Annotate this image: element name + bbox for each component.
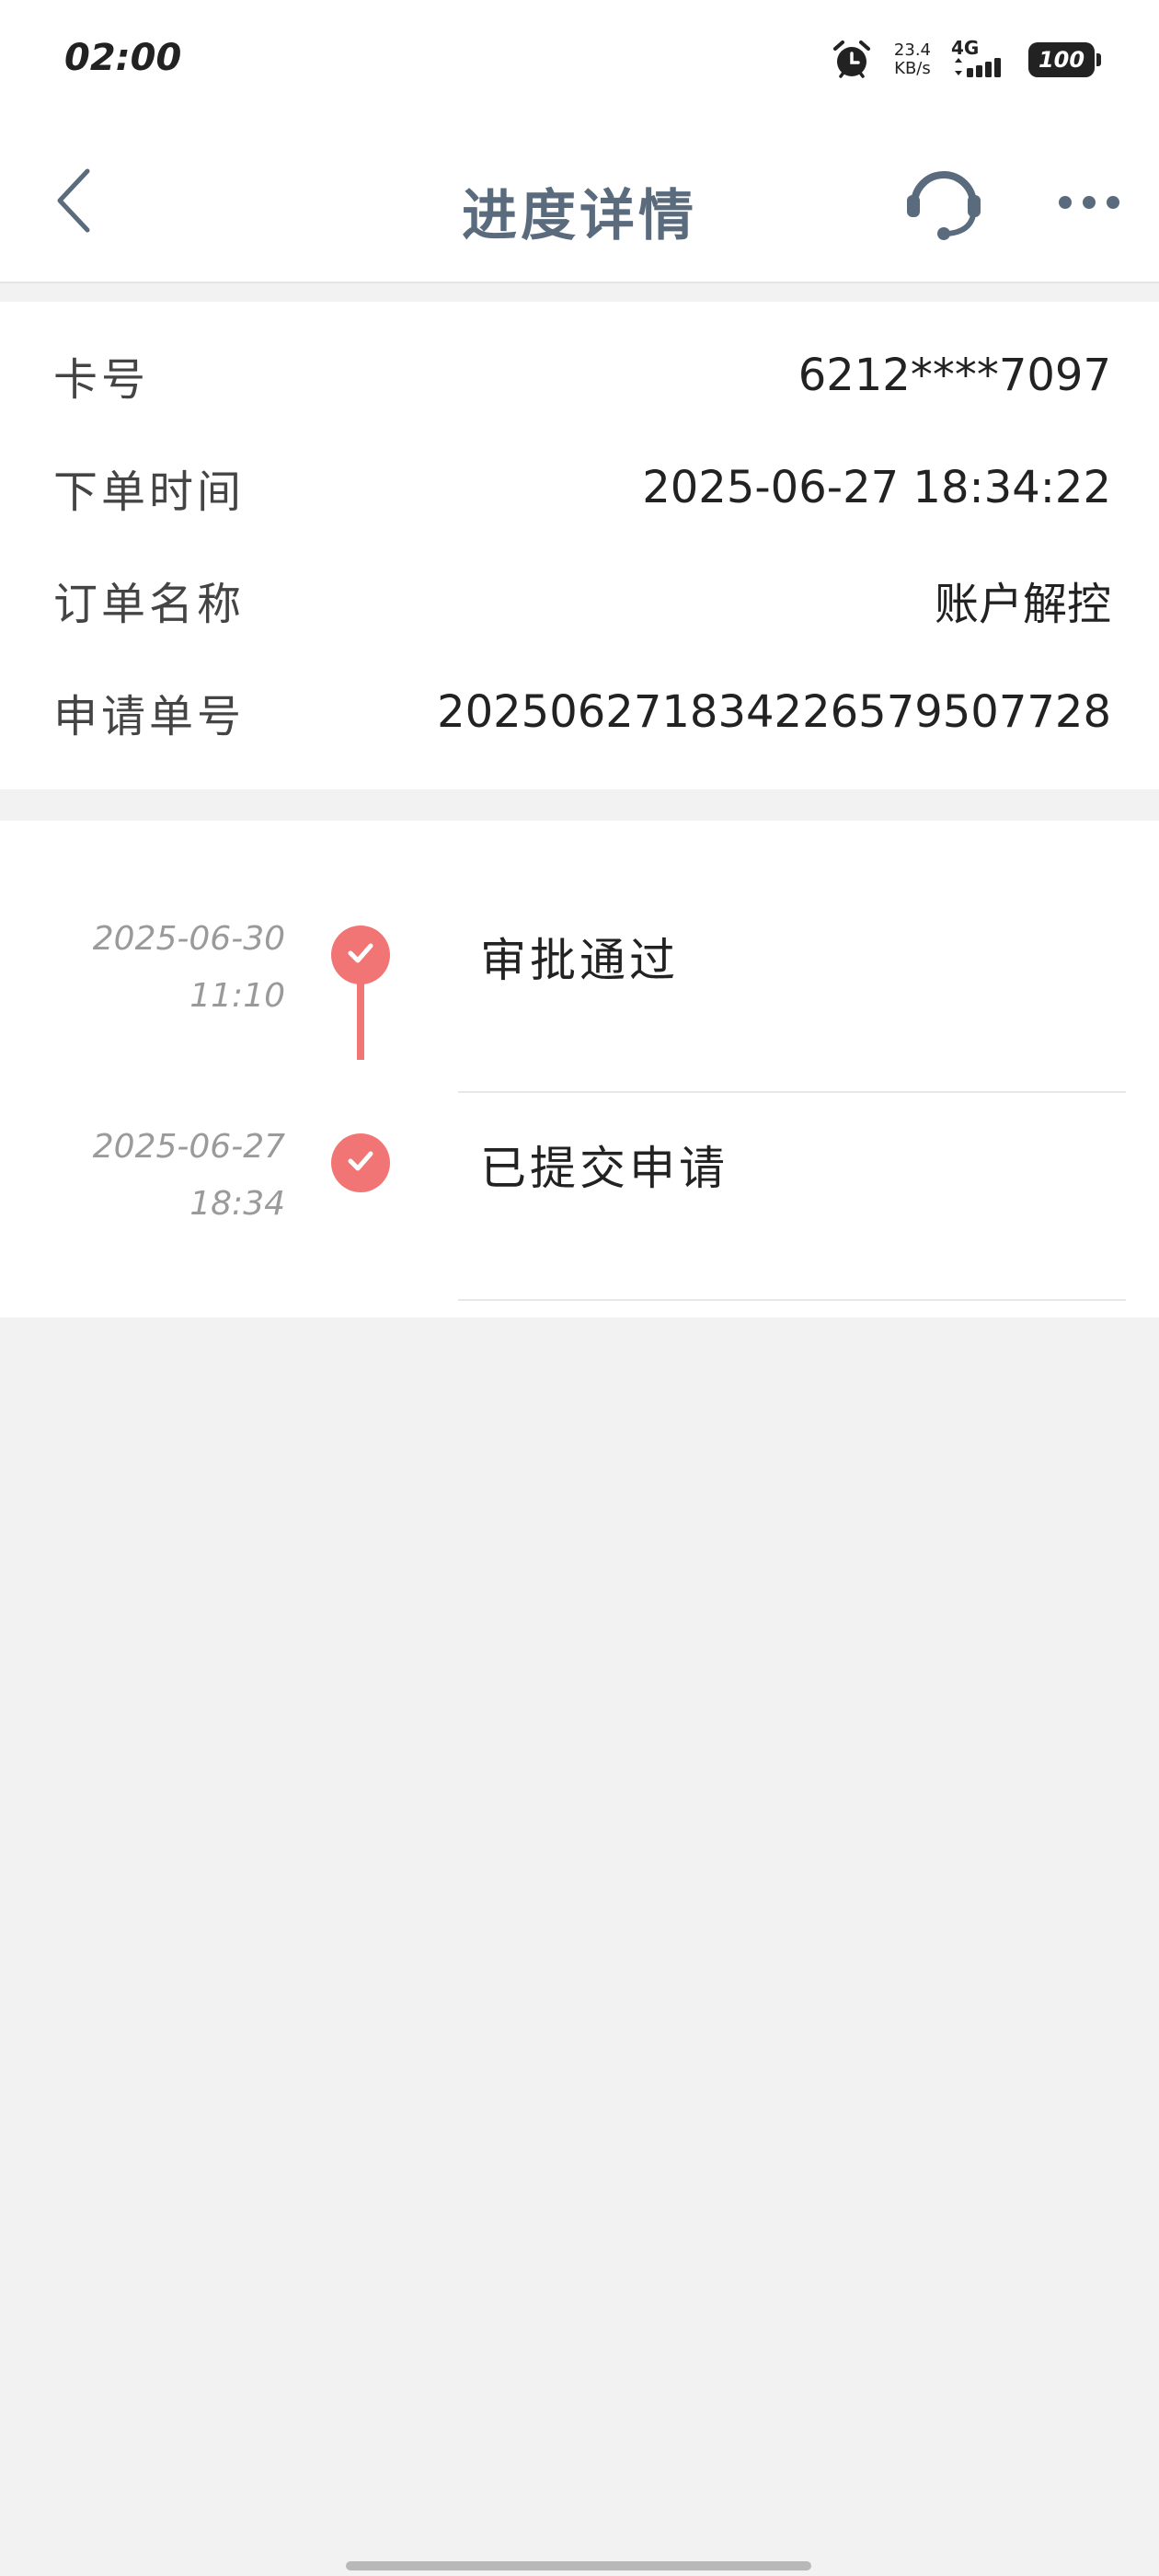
info-value: 20250627183422657950772​8 — [437, 686, 1111, 738]
info-label: 申请单号 — [53, 691, 246, 742]
order-info-card: 卡号 6212****7097 下单时间 2025-06-27 18:34:22… — [0, 302, 1159, 789]
timeline-date-time: 11:10 — [189, 977, 285, 1015]
network-speed-unit: KB/s — [894, 59, 931, 78]
timeline-date: 2025-06-30 11:10 — [93, 911, 285, 1025]
info-row-order-name: 订单名称 账户解控 — [53, 563, 1111, 637]
timeline-date-time: 18:34 — [189, 1185, 285, 1223]
network-type: 4G — [951, 37, 980, 59]
info-row-order-time: 下单时间 2025-06-27 18:34:22 — [53, 451, 1111, 524]
more-dot — [1059, 196, 1072, 209]
timeline-date: 2025-06-27 18:34 — [93, 1119, 285, 1233]
timeline-status-dot — [331, 926, 390, 984]
home-indicator[interactable] — [346, 2561, 811, 2570]
progress-timeline: 2025-06-30 11:10 审批通过 2025-06-27 18:34 已… — [0, 821, 1159, 1317]
more-options-button[interactable] — [1045, 166, 1133, 239]
info-row-application-number: 申请单号 20250627183422657950772​8 — [53, 675, 1111, 749]
timeline-date-day: 2025-06-27 — [92, 1128, 285, 1166]
battery-indicator: 100 — [1028, 42, 1101, 77]
timeline-title: 已提交申请 — [480, 1142, 729, 1195]
divider — [458, 1299, 1126, 1301]
timeline-title: 审批通过 — [480, 934, 679, 987]
check-icon — [345, 1145, 376, 1180]
status-indicators: 23.4 KB/s 4G 100 — [830, 37, 1101, 83]
check-icon — [345, 937, 376, 972]
network-speed-value: 23.4 — [893, 40, 931, 60]
divider — [458, 1091, 1126, 1093]
nav-bar: 进度详情 — [0, 129, 1159, 283]
timeline-status-dot — [331, 1133, 390, 1192]
status-bar: 02:00 23.4 KB/s 4G 100 — [0, 0, 1159, 129]
info-label: 订单名称 — [53, 579, 246, 630]
status-time: 02:00 — [64, 37, 182, 79]
cellular-signal: 4G — [951, 39, 1008, 81]
more-dot — [1107, 196, 1119, 209]
info-label: 下单时间 — [53, 466, 246, 518]
info-label: 卡号 — [53, 354, 150, 406]
timeline-date-day: 2025-06-30 — [92, 920, 285, 958]
info-value: 6212****7097 — [798, 350, 1111, 401]
network-speed: 23.4 KB/s — [894, 41, 931, 78]
more-dot — [1083, 196, 1096, 209]
customer-service-button[interactable] — [898, 156, 990, 248]
signal-bars-icon — [951, 57, 1008, 81]
info-value: 账户解控 — [934, 579, 1111, 630]
info-value: 2025-06-27 18:34:22 — [642, 462, 1111, 513]
alarm-icon — [830, 38, 874, 82]
info-row-card-number: 卡号 6212****7097 — [53, 339, 1111, 412]
headset-icon — [901, 158, 986, 247]
